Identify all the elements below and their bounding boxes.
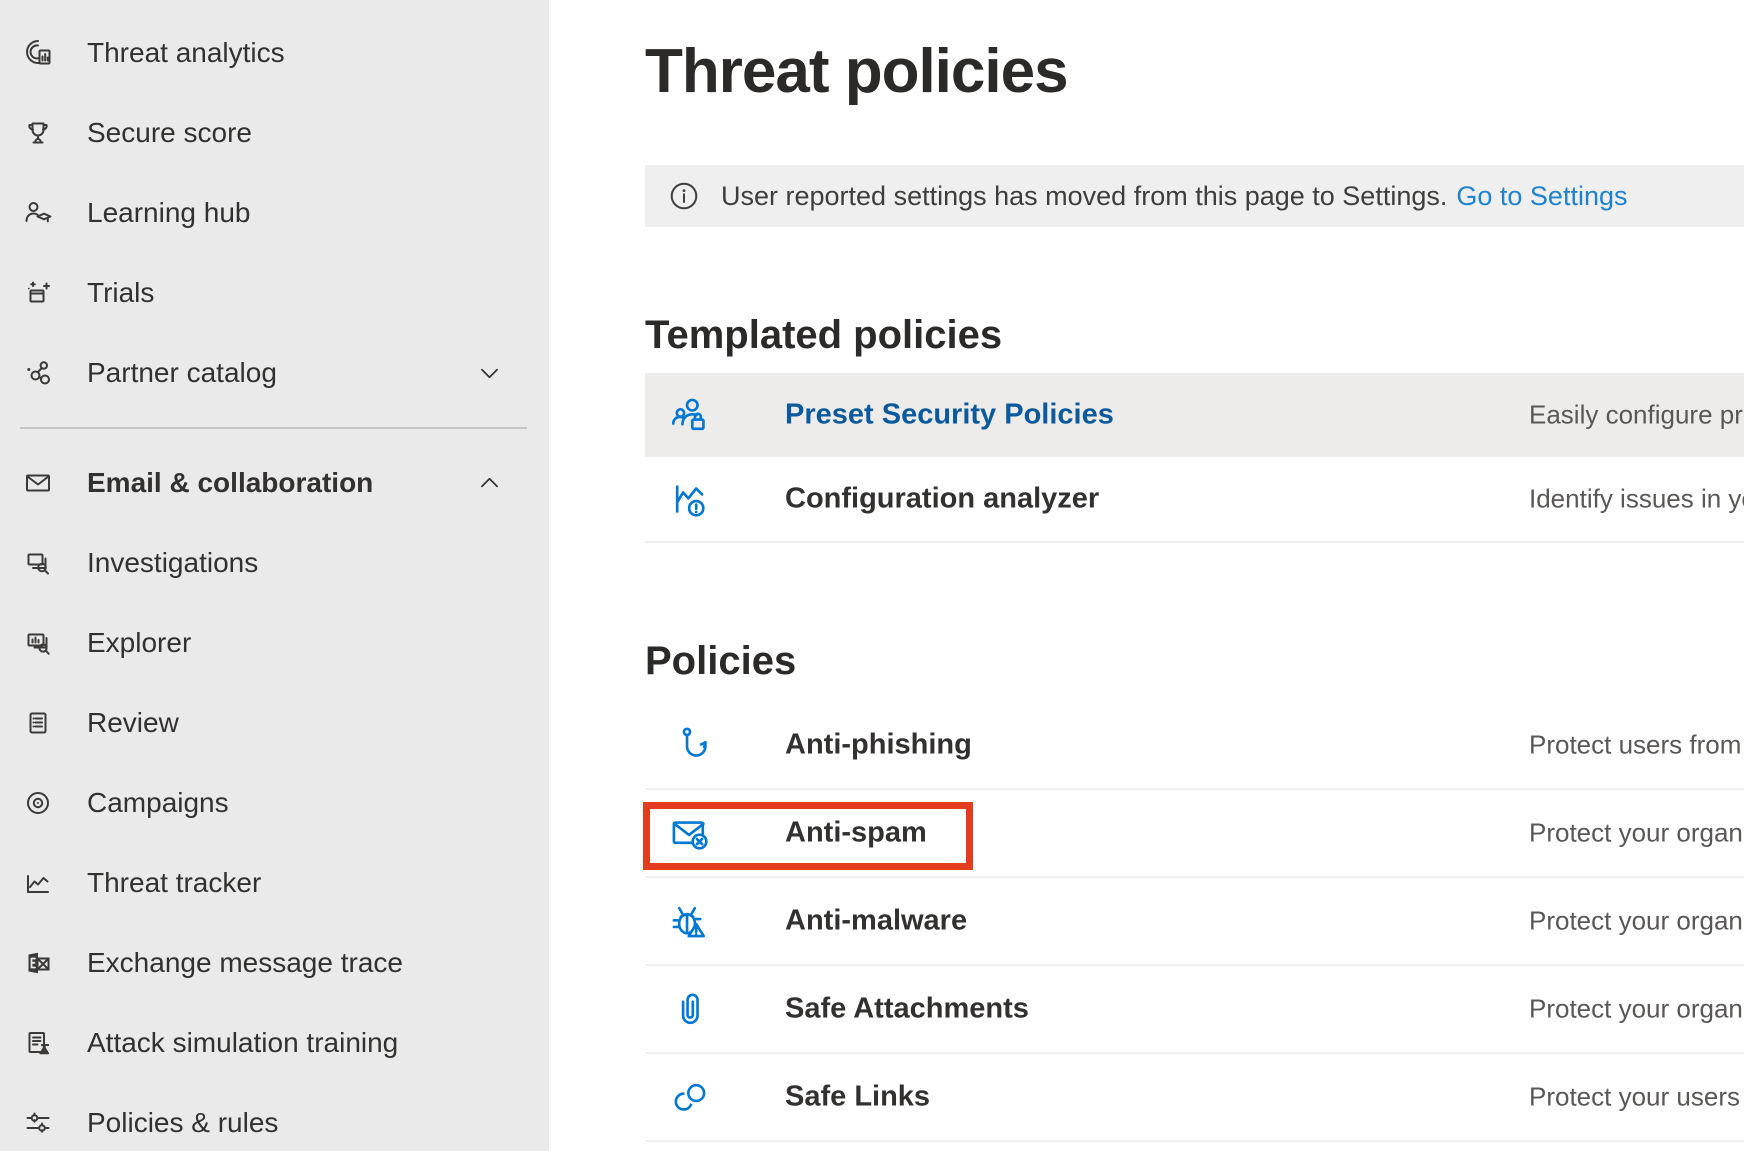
section-rows: Anti-phishing Protect users from p Anti-sp… <box>645 702 1744 1142</box>
policy-title: Safe Attachments <box>785 993 1029 1026</box>
sidebar-item-trials[interactable]: Trials <box>0 253 549 333</box>
sidebar-item-label: Partner catalog <box>87 357 277 389</box>
banner-message: User reported settings has moved from th… <box>721 181 1447 211</box>
app-root: Threat analytics Secure score Learning hub… <box>0 0 1744 1151</box>
section-heading-templated-policies: Templated policies <box>645 312 1744 373</box>
policy-description: Protect users from p <box>1529 730 1744 761</box>
policy-row-preset-security-policies[interactable]: Preset Security Policies Easily configure… <box>645 373 1744 457</box>
sidebar-item-investigations[interactable]: Investigations <box>0 523 549 603</box>
configuration-analyzer-icon <box>668 478 710 520</box>
attack-simulation-training-icon <box>22 1027 54 1059</box>
sidebar-item-threat-analytics[interactable]: Threat analytics <box>0 13 549 93</box>
threat-analytics-icon <box>22 37 54 69</box>
sidebar-divider <box>0 413 549 443</box>
exchange-message-trace-icon <box>22 947 54 979</box>
sidebar-item-campaigns[interactable]: Campaigns <box>0 763 549 843</box>
sidebar-item-label: Attack simulation training <box>87 1027 398 1059</box>
sidebar: Threat analytics Secure score Learning hub… <box>0 0 549 1151</box>
section-heading-policies: Policies <box>645 638 1744 702</box>
partner-catalog-icon <box>22 357 54 389</box>
policy-description: Protect your organiz <box>1529 994 1744 1025</box>
sidebar-item-label: Policies & rules <box>87 1107 278 1139</box>
info-banner: User reported settings has moved from th… <box>645 165 1744 227</box>
anti-phishing-icon <box>668 724 710 766</box>
sidebar-item-label: Exchange message trace <box>87 947 403 979</box>
trials-icon <box>22 277 54 309</box>
policy-title: Anti-malware <box>785 905 967 938</box>
review-icon <box>22 707 54 739</box>
policy-description: Protect your organiz <box>1529 818 1744 849</box>
policy-row-safe-attachments[interactable]: Safe Attachments Protect your organiz <box>645 966 1744 1054</box>
sidebar-item-label: Campaigns <box>87 787 229 819</box>
sidebar-item-label: Trials <box>87 277 154 309</box>
campaigns-icon <box>22 787 54 819</box>
sidebar-item-label: Investigations <box>87 547 258 579</box>
policy-row-anti-spam[interactable]: Anti-spam Protect your organiz <box>645 790 1744 878</box>
policy-row-safe-links[interactable]: Safe Links Protect your users fr <box>645 1054 1744 1142</box>
main-content: Threat policies User reported settings h… <box>645 0 1744 1151</box>
sidebar-item-learning-hub[interactable]: Learning hub <box>0 173 549 253</box>
sidebar-item-label: Email & collaboration <box>87 467 373 499</box>
chevron-up-icon[interactable] <box>476 470 503 497</box>
anti-spam-icon <box>668 812 710 854</box>
policy-title: Configuration analyzer <box>785 483 1099 516</box>
page-title: Threat policies <box>645 34 1068 110</box>
sidebar-item-partner-catalog[interactable]: Partner catalog <box>0 333 549 413</box>
safe-links-icon <box>668 1076 710 1118</box>
policy-title: Anti-spam <box>785 817 927 850</box>
investigations-icon <box>22 547 54 579</box>
policy-title: Anti-phishing <box>785 729 972 762</box>
policy-description: Protect your users fr <box>1529 1082 1744 1113</box>
threat-tracker-icon <box>22 867 54 899</box>
sidebar-item-review[interactable]: Review <box>0 683 549 763</box>
section-rows: Preset Security Policies Easily configure… <box>645 373 1744 543</box>
explorer-icon <box>22 627 54 659</box>
policy-description: Easily configure prot <box>1529 400 1744 431</box>
sidebar-item-label: Review <box>87 707 179 739</box>
chevron-down-icon[interactable] <box>476 360 503 387</box>
sidebar-item-label: Secure score <box>87 117 252 149</box>
policy-row-anti-malware[interactable]: Anti-malware Protect your organiz <box>645 878 1744 966</box>
policy-title[interactable]: Preset Security Policies <box>785 399 1114 432</box>
sidebar-item-label: Learning hub <box>87 197 250 229</box>
sidebar-item-email-and-collaboration[interactable]: Email & collaboration <box>0 443 549 523</box>
email-collaboration-icon <box>22 467 54 499</box>
sidebar-item-label: Threat analytics <box>87 37 285 69</box>
policy-title: Safe Links <box>785 1081 930 1114</box>
policy-description: Protect your organiz <box>1529 906 1744 937</box>
policy-row-configuration-analyzer[interactable]: Configuration analyzer Identify issues in… <box>645 457 1744 543</box>
secure-score-icon <box>22 117 54 149</box>
anti-malware-icon <box>668 900 710 942</box>
policy-sections: Templated policiesPreset Security Polici… <box>645 312 1744 1142</box>
go-to-settings-link[interactable]: Go to Settings <box>1456 181 1627 211</box>
info-icon <box>669 181 699 211</box>
policy-row-anti-phishing[interactable]: Anti-phishing Protect users from p <box>645 702 1744 790</box>
learning-hub-icon <box>22 197 54 229</box>
preset-security-policies-icon <box>668 394 710 436</box>
sidebar-item-policies-and-rules[interactable]: Policies & rules <box>0 1083 549 1151</box>
sidebar-item-explorer[interactable]: Explorer <box>0 603 549 683</box>
policies-rules-icon <box>22 1107 54 1139</box>
sidebar-item-attack-simulation-training[interactable]: Attack simulation training <box>0 1003 549 1083</box>
sidebar-item-label: Threat tracker <box>87 867 261 899</box>
sidebar-item-label: Explorer <box>87 627 191 659</box>
sidebar-item-secure-score[interactable]: Secure score <box>0 93 549 173</box>
banner-text: User reported settings has moved from th… <box>721 181 1627 212</box>
policy-description: Identify issues in you <box>1529 484 1744 515</box>
safe-attachments-icon <box>668 988 710 1030</box>
sidebar-item-threat-tracker[interactable]: Threat tracker <box>0 843 549 923</box>
sidebar-item-exchange-message-trace[interactable]: Exchange message trace <box>0 923 549 1003</box>
